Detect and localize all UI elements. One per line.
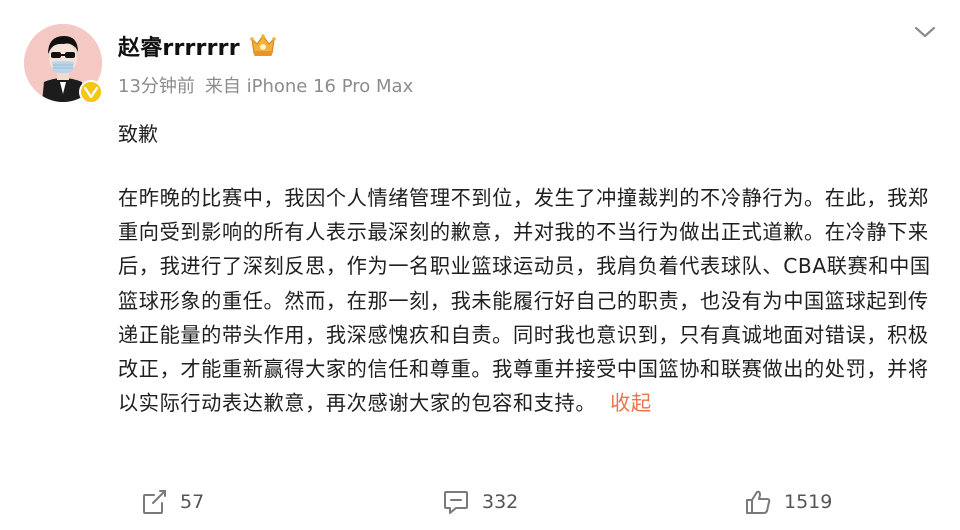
repost-button[interactable]: 57 xyxy=(140,482,204,522)
post-title: 致歉 xyxy=(118,122,158,146)
username-row: 赵睿rrrrrrr xyxy=(118,30,278,62)
collapse-link[interactable]: 收起 xyxy=(610,391,652,415)
comment-button[interactable]: 332 xyxy=(442,482,518,522)
action-bar: 57 332 1519 xyxy=(0,482,960,522)
more-menu-button[interactable] xyxy=(908,18,942,46)
thumbs-up-icon xyxy=(746,490,771,514)
post-meta: 13分钟前 来自 iPhone 16 Pro Max xyxy=(118,72,413,98)
post-body: 在昨晚的比赛中，我因个人情绪管理不到位，发生了冲撞裁判的不冷静行为。在此，我郑重… xyxy=(118,181,936,420)
like-button[interactable]: 1519 xyxy=(744,482,832,522)
weibo-post: 赵睿rrrrrrr 13分钟前 来自 iPhone 16 Pro Max 致歉 在… xyxy=(0,0,960,530)
like-count: 1519 xyxy=(784,491,833,513)
username[interactable]: 赵睿rrrrrrr xyxy=(118,30,240,62)
verified-v-icon xyxy=(79,80,103,104)
post-time: 13分钟前 xyxy=(118,76,195,97)
repost-count: 57 xyxy=(180,491,205,513)
post-body-text: 在昨晚的比赛中，我因个人情绪管理不到位，发生了冲撞裁判的不冷静行为。在此，我郑重… xyxy=(118,186,931,416)
share-icon xyxy=(143,490,166,514)
comment-count: 332 xyxy=(482,491,519,513)
post-source: 来自 iPhone 16 Pro Max xyxy=(204,76,414,97)
chevron-down-icon xyxy=(914,26,936,38)
comment-icon xyxy=(444,491,468,514)
fan-club-badge-icon[interactable] xyxy=(248,33,278,59)
